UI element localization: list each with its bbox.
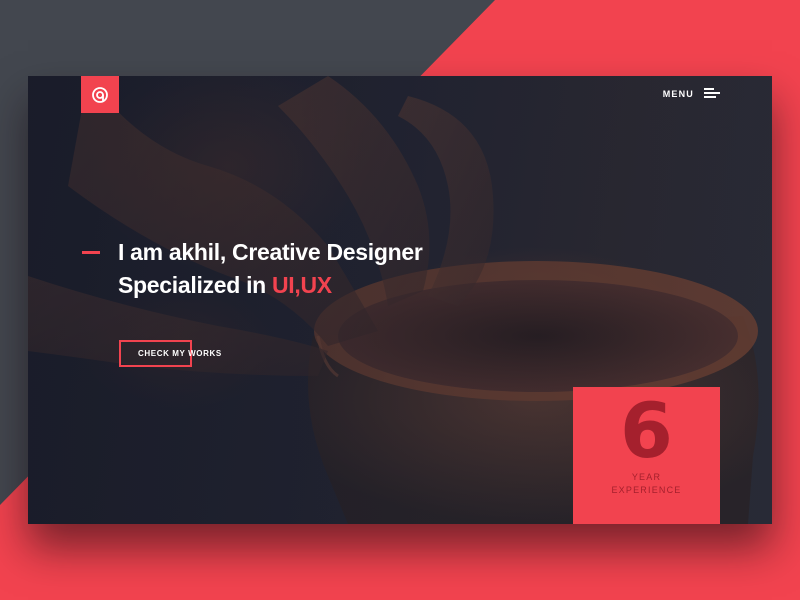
- experience-line-2: EXPERIENCE: [611, 485, 682, 495]
- hero-headline: I am akhil, Creative Designer Specialize…: [118, 236, 498, 302]
- headline-dash: [82, 251, 100, 254]
- hero-card: MENU I am akhil, Creative Designer Speci…: [28, 76, 772, 524]
- experience-number: 6: [620, 386, 673, 475]
- headline-line-2-prefix: Specialized in: [118, 272, 272, 298]
- headline-accent: UI,UX: [272, 272, 332, 298]
- spiral-a-icon: [92, 86, 108, 103]
- menu-label: MENU: [662, 88, 694, 99]
- experience-line-1: YEAR: [631, 472, 662, 482]
- hamburger-icon: [704, 88, 720, 99]
- headline-line-1: I am akhil, Creative Designer: [118, 239, 423, 265]
- experience-badge: 6 YEAR EXPERIENCE: [573, 387, 720, 524]
- logo[interactable]: [81, 76, 119, 113]
- menu-button[interactable]: MENU: [663, 88, 720, 99]
- check-my-works-label[interactable]: CHECK MY WORKS: [138, 349, 222, 358]
